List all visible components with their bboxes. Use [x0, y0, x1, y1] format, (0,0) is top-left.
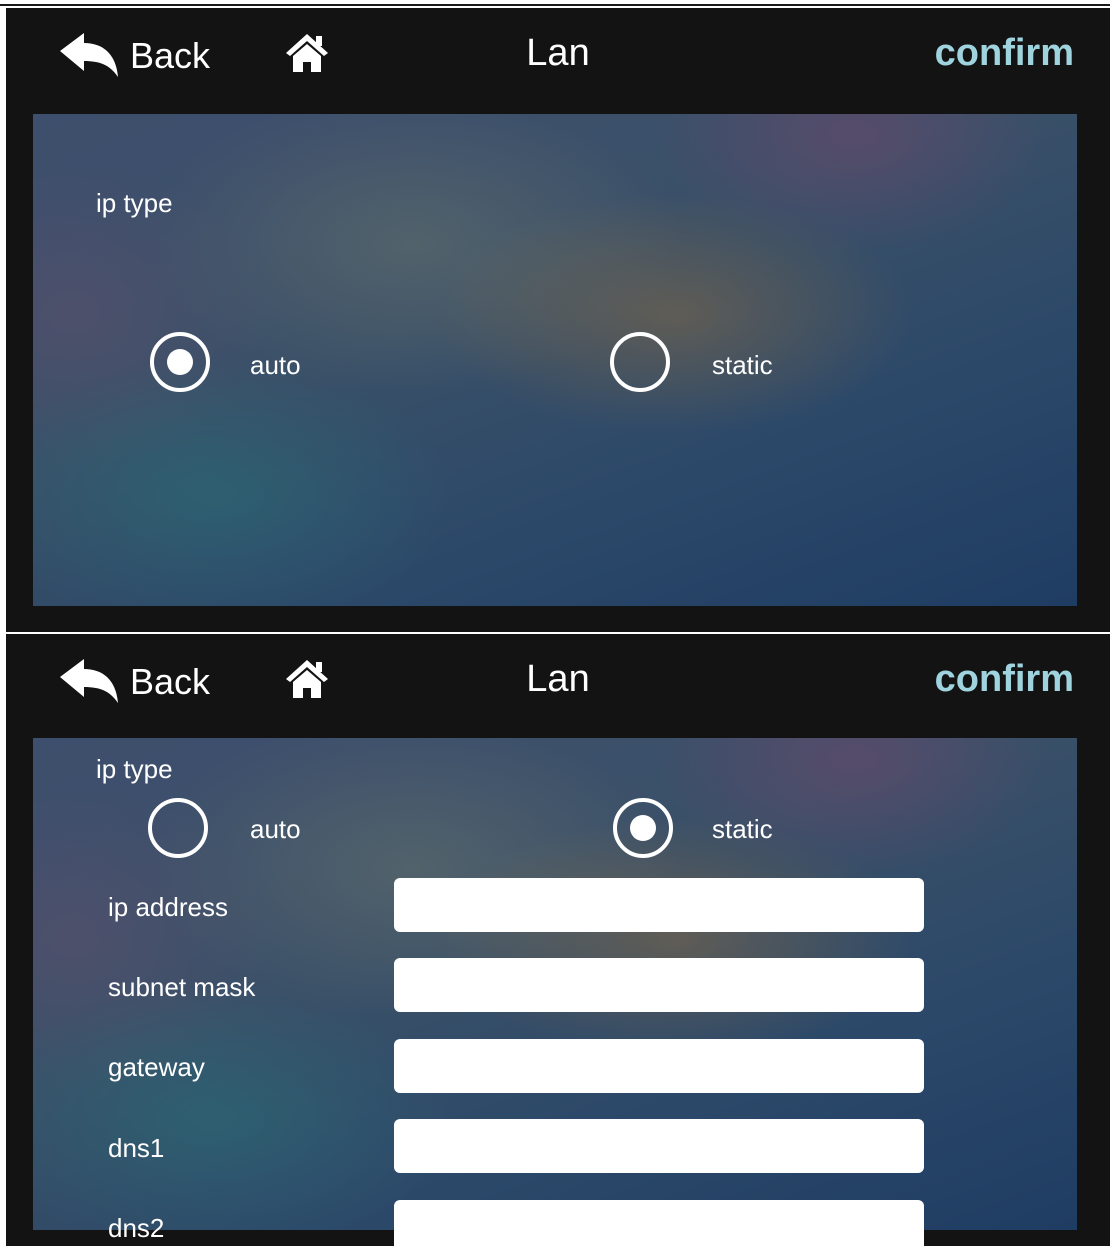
radio-static[interactable]	[610, 332, 670, 392]
header-bar: Back Lan confirm	[6, 634, 1110, 740]
gateway-label: gateway	[108, 1052, 205, 1082]
confirm-button[interactable]: confirm	[935, 32, 1074, 75]
ip-address-label: ip address	[108, 892, 228, 922]
ip-type-label: ip type	[96, 754, 173, 784]
back-arrow-icon	[60, 33, 118, 77]
radio-selected-dot	[630, 815, 656, 841]
radio-auto-label: auto	[250, 350, 301, 380]
header-bar: Back Lan confirm	[6, 8, 1110, 114]
radio-selected-dot	[167, 349, 193, 375]
radio-auto-label: auto	[250, 814, 301, 844]
home-button[interactable]	[284, 32, 330, 76]
back-label: Back	[130, 661, 211, 702]
bottom-border	[0, 1246, 1110, 1252]
settings-panel: ip type auto static ip address subnet ma…	[33, 738, 1077, 1246]
gateway-input[interactable]	[394, 1039, 924, 1093]
radio-static-label: static	[712, 814, 773, 844]
settings-panel: ip type auto static	[33, 114, 1077, 606]
dns1-label: dns1	[108, 1133, 165, 1163]
dns2-label: dns2	[108, 1213, 165, 1243]
ip-type-label: ip type	[96, 188, 173, 218]
radio-static[interactable]	[613, 798, 673, 858]
dns1-input[interactable]	[394, 1119, 924, 1173]
home-icon	[286, 34, 328, 72]
radio-auto[interactable]	[148, 798, 208, 858]
confirm-button[interactable]: confirm	[935, 658, 1074, 701]
lan-screen-auto: Back Lan confirm ip type auto static	[6, 8, 1110, 632]
home-button[interactable]	[284, 658, 330, 702]
ip-address-input[interactable]	[394, 878, 924, 932]
radio-auto[interactable]	[150, 332, 210, 392]
home-icon	[286, 660, 328, 698]
back-label: Back	[130, 35, 211, 76]
subnet-mask-input[interactable]	[394, 958, 924, 1012]
top-border	[0, 0, 1110, 8]
back-button[interactable]: Back	[58, 652, 210, 712]
radio-static-label: static	[712, 350, 773, 380]
lan-screen-static: Back Lan confirm ip type auto static ip …	[6, 634, 1110, 1246]
dns2-input[interactable]	[394, 1200, 924, 1246]
back-button[interactable]: Back	[58, 26, 210, 86]
back-arrow-icon	[60, 659, 118, 703]
subnet-mask-label: subnet mask	[108, 972, 256, 1002]
